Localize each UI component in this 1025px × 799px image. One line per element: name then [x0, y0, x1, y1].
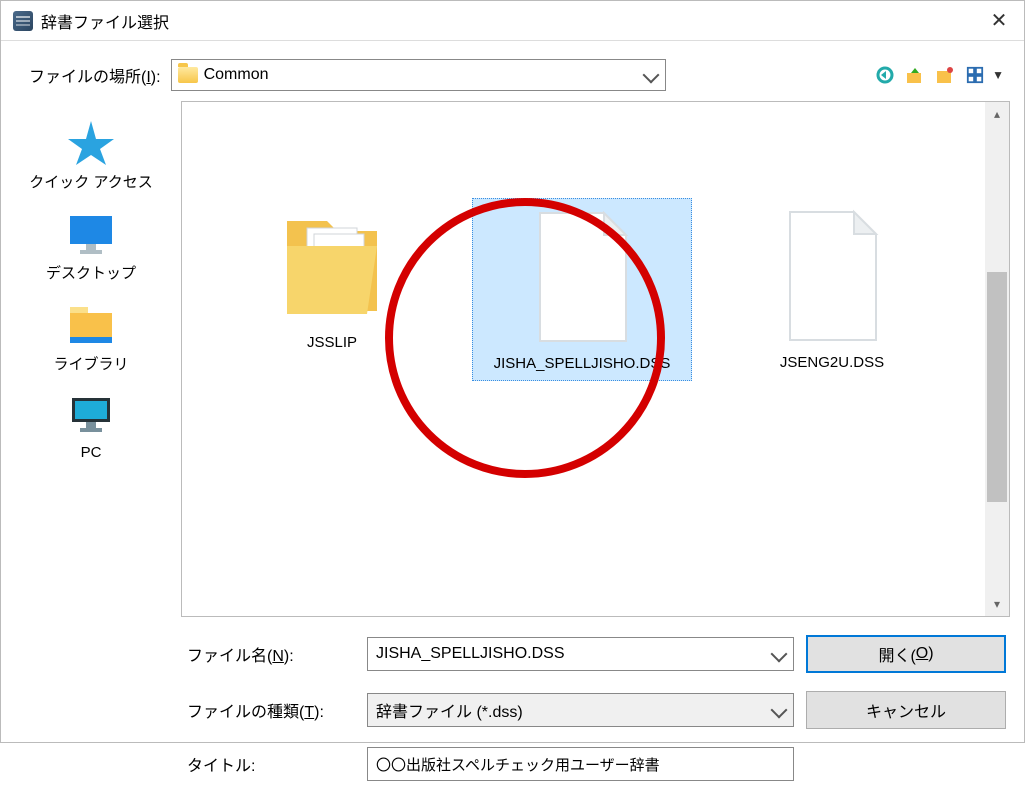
- back-icon[interactable]: [874, 64, 896, 86]
- location-label: ファイルの場所(I):: [29, 63, 161, 87]
- chevron-down-icon: [771, 702, 788, 719]
- list-item[interactable]: JSENG2U.DSS: [722, 198, 942, 379]
- filetype-combo[interactable]: 辞書ファイル (*.dss): [367, 693, 794, 727]
- toolbar-buttons: ▼: [874, 64, 1004, 86]
- folder-icon: [272, 206, 392, 326]
- titlebar: 辞書ファイル選択 ✕: [1, 1, 1024, 41]
- chevron-down-icon: [642, 67, 659, 84]
- place-quick-access[interactable]: クイック アクセス: [1, 115, 181, 200]
- open-button[interactable]: 開く(O): [806, 635, 1006, 673]
- cancel-button[interactable]: キャンセル: [806, 691, 1006, 729]
- scroll-thumb[interactable]: [987, 272, 1007, 502]
- view-menu-icon[interactable]: [964, 64, 986, 86]
- list-item-label: JISHA_SPELLJISHO.DSS: [494, 355, 671, 372]
- library-icon: [66, 301, 116, 349]
- chevron-down-icon[interactable]: ▼: [992, 68, 1004, 82]
- quick-access-icon: [66, 119, 116, 167]
- folder-icon: [178, 67, 198, 83]
- new-folder-icon[interactable]: [934, 64, 956, 86]
- list-item[interactable]: JSSLIP: [222, 198, 442, 359]
- filetype-label: ファイルの種類(T):: [187, 698, 355, 722]
- places-sidebar: クイック アクセス デスクトップ ライブラリ PC: [1, 101, 181, 617]
- scroll-up-icon[interactable]: ▴: [985, 102, 1009, 126]
- location-value: Common: [204, 66, 639, 84]
- location-row: ファイルの場所(I): Common ▼: [1, 41, 1024, 101]
- scroll-down-icon[interactable]: ▾: [985, 592, 1009, 616]
- pc-icon: [66, 392, 116, 440]
- location-combo[interactable]: Common: [171, 59, 666, 91]
- filename-value: JISHA_SPELLJISHO.DSS: [376, 645, 773, 663]
- scrollbar[interactable]: ▴ ▾: [985, 102, 1009, 616]
- title-field[interactable]: 〇〇出版社スペルチェック用ユーザー辞書: [367, 747, 794, 781]
- filename-combo[interactable]: JISHA_SPELLJISHO.DSS: [367, 637, 794, 671]
- list-item[interactable]: JISHA_SPELLJISHO.DSS: [472, 198, 692, 381]
- list-item-label: JSENG2U.DSS: [780, 354, 884, 371]
- filetype-value: 辞書ファイル (*.dss): [376, 698, 773, 722]
- list-item-label: JSSLIP: [307, 334, 357, 351]
- place-pc[interactable]: PC: [1, 388, 181, 469]
- title-label: タイトル:: [187, 752, 355, 776]
- file-icon: [522, 207, 642, 347]
- place-desktop[interactable]: デスクトップ: [1, 206, 181, 291]
- close-button[interactable]: ✕: [974, 1, 1024, 41]
- bottom-panel: ファイル名(N): JISHA_SPELLJISHO.DSS 開く(O) ファイ…: [1, 617, 1024, 799]
- desktop-icon: [66, 210, 116, 258]
- window-title: 辞書ファイル選択: [41, 9, 169, 33]
- file-list-area[interactable]: JSSLIP JISHA_SPELLJISHO.DSS JSENG2U.DSS …: [181, 101, 1010, 617]
- main-area: クイック アクセス デスクトップ ライブラリ PC: [1, 101, 1024, 617]
- title-value: 〇〇出版社スペルチェック用ユーザー辞書: [376, 754, 660, 775]
- up-folder-icon[interactable]: [904, 64, 926, 86]
- file-icon: [772, 206, 892, 346]
- chevron-down-icon: [771, 646, 788, 663]
- filename-label: ファイル名(N):: [187, 642, 355, 666]
- app-icon: [13, 11, 33, 31]
- place-library[interactable]: ライブラリ: [1, 297, 181, 382]
